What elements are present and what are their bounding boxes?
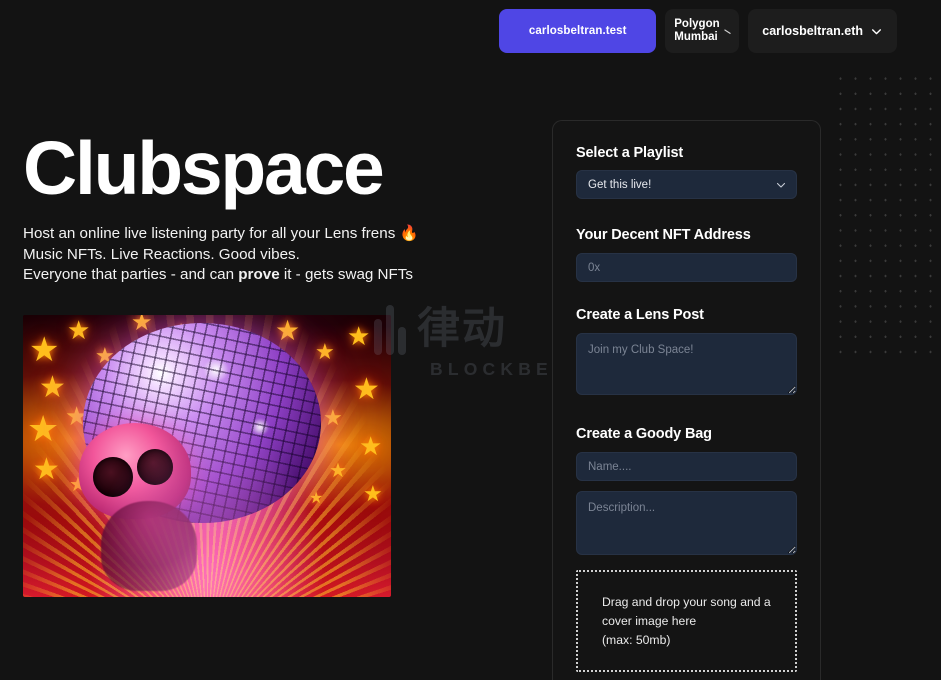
playlist-select[interactable]: Get this live! [576, 170, 797, 199]
hero-line-3-emphasis: prove [238, 266, 280, 283]
goody-bag-name-input[interactable] [576, 452, 797, 481]
clubspace-app: carlosbeltran.test Polygon Mumbai carlos… [0, 0, 941, 680]
account-label: carlosbeltran.eth [762, 24, 863, 38]
hero-line-3-pre: Everyone that parties - and can [23, 266, 239, 283]
hero-line-1: Host an online live listening party for … [23, 225, 419, 242]
dot-grid-decoration [828, 66, 941, 364]
hero-description: Host an online live listening party for … [23, 224, 423, 286]
goody-bag-label: Create a Goody Bag [576, 426, 712, 442]
artwork-floor-sheen [23, 315, 391, 597]
hero-line-3: Everyone that parties - and can prove it… [23, 265, 423, 286]
watermark-cjk-text: 律动 [417, 304, 507, 354]
hero-line-2: Music NFTs. Live Reactions. Good vibes. [23, 245, 300, 263]
nft-address-label: Your Decent NFT Address [576, 227, 751, 243]
playlist-select-box[interactable]: Get this live! [576, 170, 797, 199]
network-label: Polygon Mumbai [674, 18, 720, 43]
page-title: Clubspace [23, 126, 385, 210]
connect-wallet-button[interactable]: carlosbeltran.test [499, 9, 657, 53]
account-menu-button[interactable]: carlosbeltran.eth [748, 9, 897, 53]
nft-address-input[interactable] [576, 253, 797, 282]
create-party-panel: Select a Playlist Get this live! Your De… [552, 120, 821, 680]
file-dropzone[interactable]: Drag and drop your song and a cover imag… [576, 570, 797, 672]
file-dropzone-text: Drag and drop your song and a cover imag… [602, 594, 771, 647]
playlist-label: Select a Playlist [576, 145, 684, 161]
connect-wallet-label: carlosbeltran.test [528, 25, 627, 37]
chevron-down-icon [872, 28, 881, 34]
top-bar: carlosbeltran.test Polygon Mumbai carlos… [0, 0, 941, 62]
disco-ball-party-artwork: ★ ★ ★ ★ ★ ★ ★ ★ ★ ★ ★ ★ ★ ★ ★ ★ ★ ★ ★ ★ [23, 315, 391, 597]
hero-line-3-post: it - gets swag NFTs [279, 266, 413, 283]
goody-bag-description-textarea[interactable] [576, 491, 797, 555]
hero-section: Clubspace Host an online live listening … [23, 126, 533, 286]
chevron-down-icon [724, 28, 731, 34]
network-selector-button[interactable]: Polygon Mumbai [665, 9, 740, 53]
playlist-selected-value: Get this live! [588, 178, 652, 191]
lens-post-textarea[interactable] [576, 333, 797, 395]
lens-post-label: Create a Lens Post [576, 307, 704, 323]
